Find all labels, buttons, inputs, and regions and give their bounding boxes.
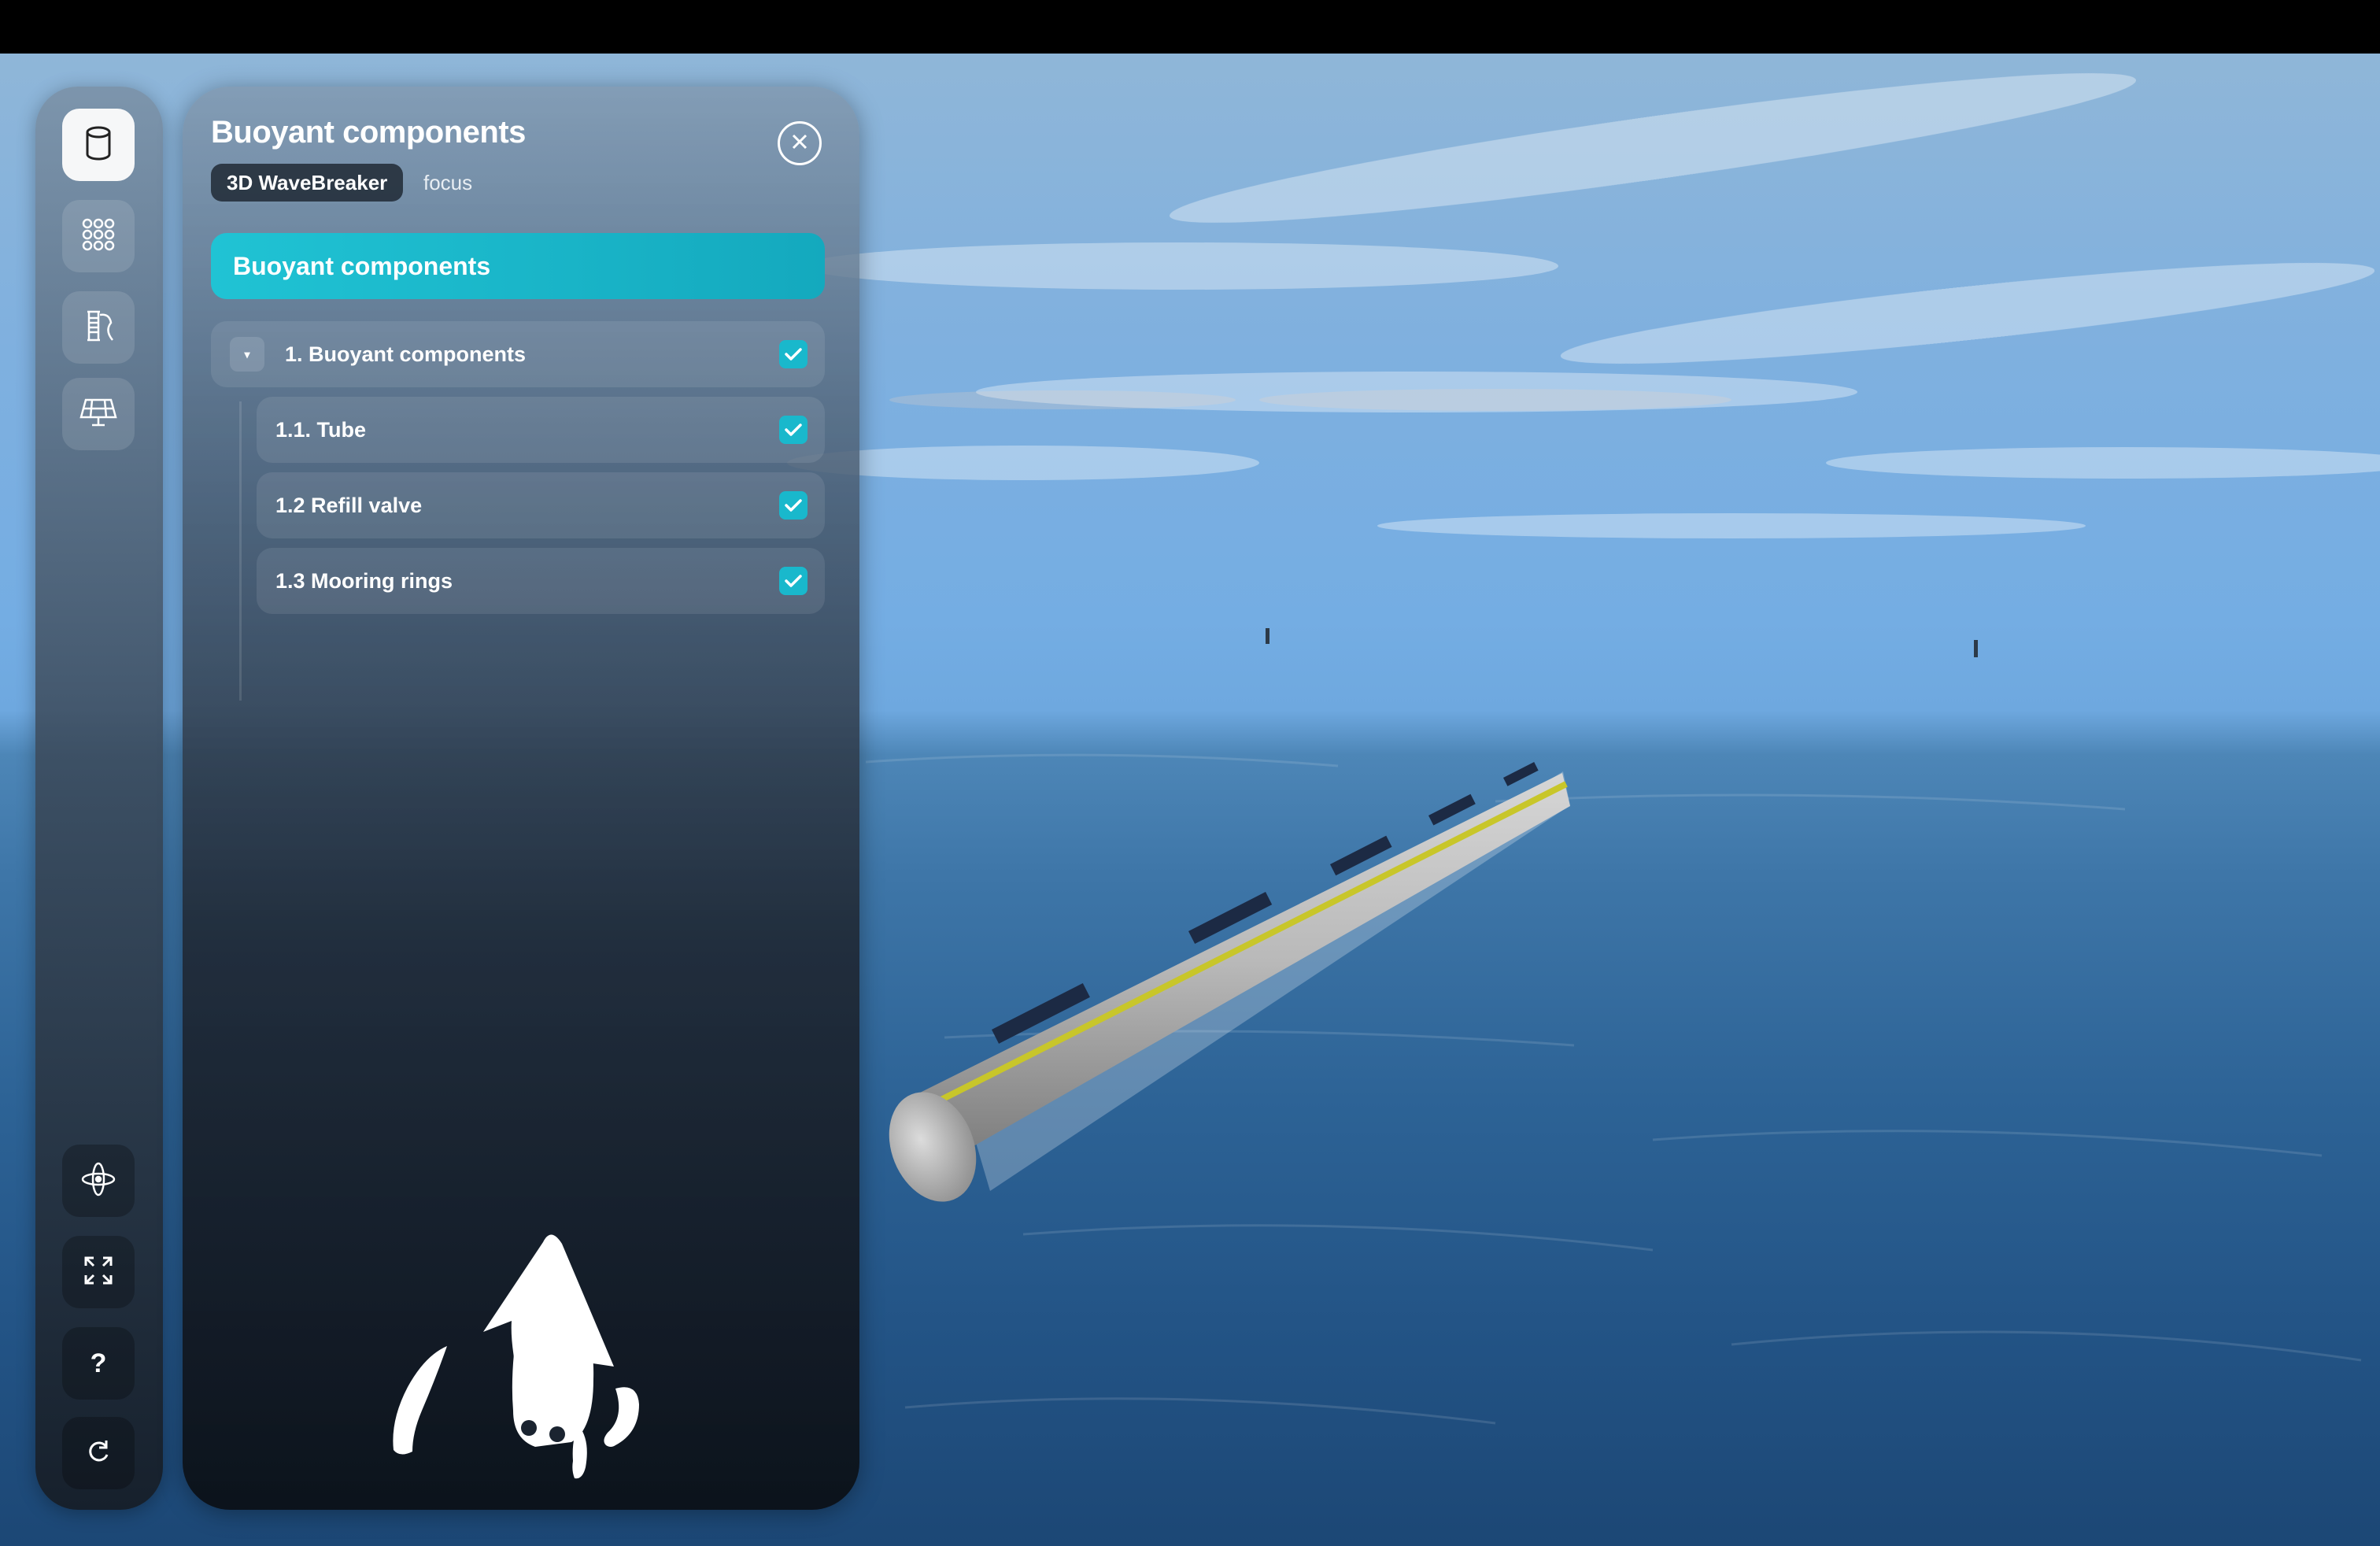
help-icon: ? [90, 1348, 107, 1378]
tree-item-label: 1.1. Tube [275, 418, 367, 442]
top-bar [0, 0, 2380, 54]
expand-button[interactable] [62, 1236, 135, 1308]
cylinder-icon [83, 125, 114, 165]
collapse-toggle[interactable]: ▾ [230, 337, 264, 372]
squid-logo-icon [393, 1234, 639, 1479]
caret-down-icon: ▾ [244, 347, 250, 361]
tool-rail: ? [35, 87, 163, 1510]
checkmark-icon [785, 499, 802, 512]
clouds [787, 73, 2380, 538]
components-panel: Buoyant components 3D WaveBreaker focus … [183, 87, 859, 1510]
close-button[interactable] [778, 121, 822, 165]
components-button[interactable] [62, 109, 135, 181]
solar-panel-icon [79, 395, 117, 434]
tree-item-label: 1.3 Mooring rings [275, 569, 453, 593]
visibility-checkbox[interactable] [779, 340, 808, 368]
reload-icon [84, 1437, 113, 1470]
rotate-3d-button[interactable] [62, 1145, 135, 1217]
visibility-checkbox[interactable] [779, 416, 808, 444]
cable-button[interactable] [62, 291, 135, 364]
tree-item-label: 1. Buoyant components [285, 342, 527, 366]
panel-title: Buoyant components [211, 115, 526, 150]
solar-button[interactable] [62, 378, 135, 450]
reload-button[interactable] [62, 1417, 135, 1489]
tree-item-label: 1.2 Refill valve [275, 494, 423, 517]
checkmark-icon [785, 575, 802, 587]
expand-icon [83, 1255, 114, 1290]
grid-view-button[interactable] [62, 200, 135, 272]
mode-label: focus [423, 171, 473, 194]
tree-item-buoyant-components[interactable]: ▾ 1. Buoyant components [211, 321, 825, 387]
rotate-3d-icon [79, 1160, 117, 1202]
tree-item-tube[interactable]: 1.1. Tube [257, 397, 825, 463]
model-chip[interactable]: 3D WaveBreaker [211, 164, 404, 202]
checkmark-icon [785, 423, 802, 436]
visibility-checkbox[interactable] [779, 567, 808, 595]
section-banner[interactable]: Buoyant components [211, 233, 825, 299]
wavebreaker-tube [889, 762, 1570, 1202]
distant-buoys [1266, 628, 1978, 657]
tree-item-refill-valve[interactable]: 1.2 Refill valve [257, 472, 825, 538]
tree-connector-line [239, 401, 242, 701]
visibility-checkbox[interactable] [779, 491, 808, 520]
help-button[interactable]: ? [62, 1327, 135, 1400]
tree-item-mooring-rings[interactable]: 1.3 Mooring rings [257, 548, 825, 614]
grid-dots-icon [80, 216, 116, 257]
checkmark-icon [785, 348, 802, 361]
close-icon [791, 133, 808, 154]
cable-spool-icon [81, 307, 116, 349]
